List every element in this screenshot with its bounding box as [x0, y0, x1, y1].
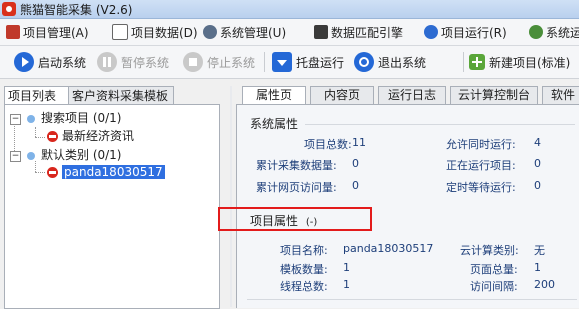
- tree-group-search-projects[interactable]: 搜索项目 (0/1): [25, 110, 122, 126]
- prop-value: 0: [352, 157, 359, 170]
- stopped-icon: [47, 131, 58, 142]
- tray-run-button[interactable]: 托盘运行: [272, 50, 344, 74]
- system-run-icon: [529, 25, 543, 39]
- highlight-box: [218, 207, 372, 231]
- prop-label: 访问间隔:: [470, 280, 518, 293]
- tree-line: [35, 172, 45, 173]
- prop-value: 200: [534, 278, 555, 291]
- tree-line: [35, 127, 36, 137]
- stop-icon: [183, 52, 203, 72]
- prop-value: 4: [534, 136, 541, 149]
- prop-value: 0: [352, 179, 359, 192]
- prop-label: 定时等待运行:: [446, 181, 516, 194]
- tree-item-latest-news[interactable]: 最新经济资讯: [47, 128, 134, 144]
- prop-label: 累计网页访问量:: [256, 181, 337, 194]
- properties-page: 系统属性 项目总数: 11 允许同时运行: 4 累计采集数据量: 0 正在运行项…: [236, 104, 579, 308]
- tab-run-log[interactable]: 运行日志: [378, 86, 446, 104]
- stopped-icon: [47, 167, 58, 178]
- pause-system-button[interactable]: 暂停系统: [97, 50, 169, 74]
- tab-cloud-console[interactable]: 云计算控制台: [450, 86, 538, 104]
- menu-data-match-engine[interactable]: 数据匹配引擎: [314, 23, 403, 41]
- toolbar-separator: [264, 52, 265, 72]
- panda-logo-icon: [2, 2, 16, 16]
- prop-label: 项目总数:: [304, 138, 352, 151]
- prop-label: 线程总数:: [280, 280, 328, 293]
- collapse-toggle[interactable]: −: [10, 151, 21, 162]
- panel-splitter[interactable]: [230, 86, 232, 307]
- menu-system-run[interactable]: 系统运行: [529, 23, 579, 41]
- tree-line: [35, 137, 45, 138]
- data-icon: [112, 24, 128, 40]
- prop-value: 0: [534, 179, 541, 192]
- prop-value: 1: [343, 278, 350, 291]
- menu-project-run[interactable]: 项目运行(R): [424, 23, 507, 41]
- pause-icon: [97, 52, 117, 72]
- gear-icon: [203, 25, 217, 39]
- folder-icon: [25, 113, 37, 125]
- run-icon: [424, 25, 438, 39]
- prop-label: 模板数量:: [280, 263, 328, 276]
- prop-value: 11: [352, 136, 366, 149]
- tray-icon: [272, 52, 292, 72]
- new-project-button[interactable]: 新建项目(标准): [469, 50, 570, 74]
- prop-label: 正在运行项目:: [446, 159, 516, 172]
- tree-item-panda[interactable]: panda18030517: [47, 164, 165, 180]
- tab-project-list[interactable]: 项目列表: [4, 86, 70, 106]
- title-bar: 熊猫智能采集 (V2.6): [0, 0, 579, 19]
- prop-value: 0: [534, 157, 541, 170]
- system-props-title: 系统属性: [250, 117, 299, 131]
- prop-value: panda18030517: [343, 242, 434, 255]
- menu-bar: 项目管理(A) 项目数据(D) 系统管理(U) 数据匹配引擎 项目运行(R) 系…: [0, 19, 579, 46]
- prop-label: 项目名称:: [280, 244, 328, 257]
- divider: [305, 124, 575, 125]
- exit-system-button[interactable]: 退出系统: [354, 50, 426, 74]
- tree-group-default[interactable]: 默认类别 (0/1): [25, 147, 122, 163]
- start-system-button[interactable]: 启动系统: [14, 50, 86, 74]
- tab-software[interactable]: 软件: [542, 86, 579, 104]
- prop-label: 页面总量:: [470, 263, 518, 276]
- play-icon: [14, 52, 34, 72]
- prop-label: 累计采集数据量:: [256, 159, 337, 172]
- menu-system-manage[interactable]: 系统管理(U): [203, 23, 286, 41]
- stop-system-button[interactable]: 停止系统: [183, 50, 255, 74]
- project-icon: [6, 25, 20, 39]
- tab-properties[interactable]: 属性页: [242, 86, 306, 105]
- prop-label: 云计算类别:: [460, 244, 519, 257]
- tab-content[interactable]: 内容页: [310, 86, 374, 104]
- prop-value: 无: [534, 244, 545, 257]
- menu-project-data[interactable]: 项目数据(D): [112, 23, 198, 41]
- collapse-toggle[interactable]: −: [10, 114, 21, 125]
- tab-customer-template[interactable]: 客户资料采集模板: [68, 86, 174, 105]
- prop-label: 允许同时运行:: [446, 138, 516, 151]
- toolbar-separator: [463, 52, 464, 72]
- prop-value: 1: [534, 261, 541, 274]
- engine-icon: [314, 25, 328, 39]
- exit-icon: [354, 52, 374, 72]
- new-project-icon: [469, 54, 485, 70]
- divider: [247, 299, 577, 300]
- project-tree: − 搜索项目 (0/1) 最新经济资讯 − 默认类别 (0/1) panda18…: [4, 104, 220, 309]
- toolbar: 启动系统 暂停系统 停止系统 托盘运行 退出系统 新建项目(标准): [0, 46, 579, 79]
- window-title: 熊猫智能采集 (V2.6): [20, 3, 133, 17]
- folder-icon: [25, 150, 37, 162]
- prop-value: 1: [343, 261, 350, 274]
- menu-project-manage[interactable]: 项目管理(A): [6, 23, 89, 41]
